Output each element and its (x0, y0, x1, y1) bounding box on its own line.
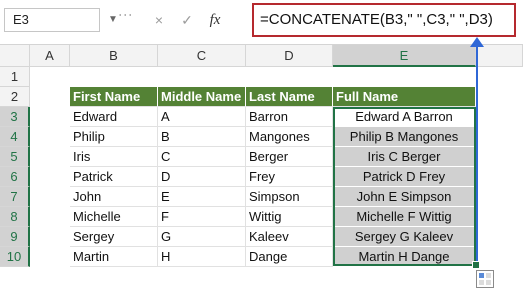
annotation-arrow-head (470, 37, 484, 47)
table-row-4-full[interactable]: Patrick D Frey (333, 167, 476, 187)
column-header-d[interactable]: D (246, 45, 333, 67)
table-row-7-first[interactable]: Sergey (70, 227, 158, 247)
table-row-3-last[interactable]: Berger (246, 147, 333, 167)
header-middle-name[interactable]: Middle Name (158, 87, 246, 107)
header-full-name[interactable]: Full Name (333, 87, 476, 107)
table-row-4-last[interactable]: Frey (246, 167, 333, 187)
table-row-3-first[interactable]: Iris (70, 147, 158, 167)
table-row-3-full[interactable]: Iris C Berger (333, 147, 476, 167)
header-first-name[interactable]: First Name (70, 87, 158, 107)
column-header-e[interactable]: E (333, 45, 476, 67)
name-box[interactable]: E3 (4, 8, 100, 32)
cancel-formula-button[interactable]: × (148, 8, 170, 32)
row-header-1[interactable]: 1 (0, 67, 30, 87)
table-row-8-full[interactable]: Martin H Dange (333, 247, 476, 267)
table-row-4-middle[interactable]: D (158, 167, 246, 187)
row-header-6[interactable]: 6 (0, 167, 30, 187)
table-row-7-last[interactable]: Kaleev (246, 227, 333, 247)
column-header-a[interactable]: A (30, 45, 70, 67)
fill-handle[interactable] (472, 261, 480, 269)
quick-analysis-icon[interactable] (476, 270, 494, 288)
table-row-6-middle[interactable]: F (158, 207, 246, 227)
table-row-2-middle[interactable]: B (158, 127, 246, 147)
table-row-2-first[interactable]: Philip (70, 127, 158, 147)
table-row-5-full[interactable]: John E Simpson (333, 187, 476, 207)
table-row-3-middle[interactable]: C (158, 147, 246, 167)
row-header-10[interactable]: 10 (0, 247, 30, 267)
column-header-b[interactable]: B (70, 45, 158, 67)
insert-function-button[interactable]: fx (204, 8, 226, 32)
formula-input[interactable]: =CONCATENATE(B3," ",C3," ",D3) (252, 3, 516, 37)
row-header-9[interactable]: 9 (0, 227, 30, 247)
table-row-2-last[interactable]: Mangones (246, 127, 333, 147)
row-header-4[interactable]: 4 (0, 127, 30, 147)
table-row-6-full[interactable]: Michelle F Wittig (333, 207, 476, 227)
table-row-1-first[interactable]: Edward (70, 107, 158, 127)
row-header-3[interactable]: 3 (0, 107, 30, 127)
table-row-6-first[interactable]: Michelle (70, 207, 158, 227)
enter-formula-button[interactable]: ✓ (176, 8, 198, 32)
table-row-6-last[interactable]: Wittig (246, 207, 333, 227)
more-options-icon: ⋮ (118, 8, 134, 21)
table-row-8-first[interactable]: Martin (70, 247, 158, 267)
formula-toolbar: E3 ▼ ⋮ × ✓ fx =CONCATENATE(B3," ",C3," "… (0, 0, 523, 45)
table-row-5-first[interactable]: John (70, 187, 158, 207)
table-row-8-middle[interactable]: H (158, 247, 246, 267)
row-header-2[interactable]: 2 (0, 87, 30, 107)
table-row-1-full[interactable]: Edward A Barron (333, 107, 476, 127)
header-last-name[interactable]: Last Name (246, 87, 333, 107)
column-header-blank (476, 45, 523, 67)
select-all-corner[interactable] (0, 45, 30, 67)
table-row-5-last[interactable]: Simpson (246, 187, 333, 207)
table-row-7-middle[interactable]: G (158, 227, 246, 247)
table-row-2-full[interactable]: Philip B Mangones (333, 127, 476, 147)
column-header-c[interactable]: C (158, 45, 246, 67)
table-row-5-middle[interactable]: E (158, 187, 246, 207)
table-row-8-last[interactable]: Dange (246, 247, 333, 267)
annotation-arrow-line (476, 39, 478, 261)
table-row-1-middle[interactable]: A (158, 107, 246, 127)
table-row-1-last[interactable]: Barron (246, 107, 333, 127)
row-header-5[interactable]: 5 (0, 147, 30, 167)
row-header-8[interactable]: 8 (0, 207, 30, 227)
table-row-4-first[interactable]: Patrick (70, 167, 158, 187)
table-row-7-full[interactable]: Sergey G Kaleev (333, 227, 476, 247)
row-header-7[interactable]: 7 (0, 187, 30, 207)
